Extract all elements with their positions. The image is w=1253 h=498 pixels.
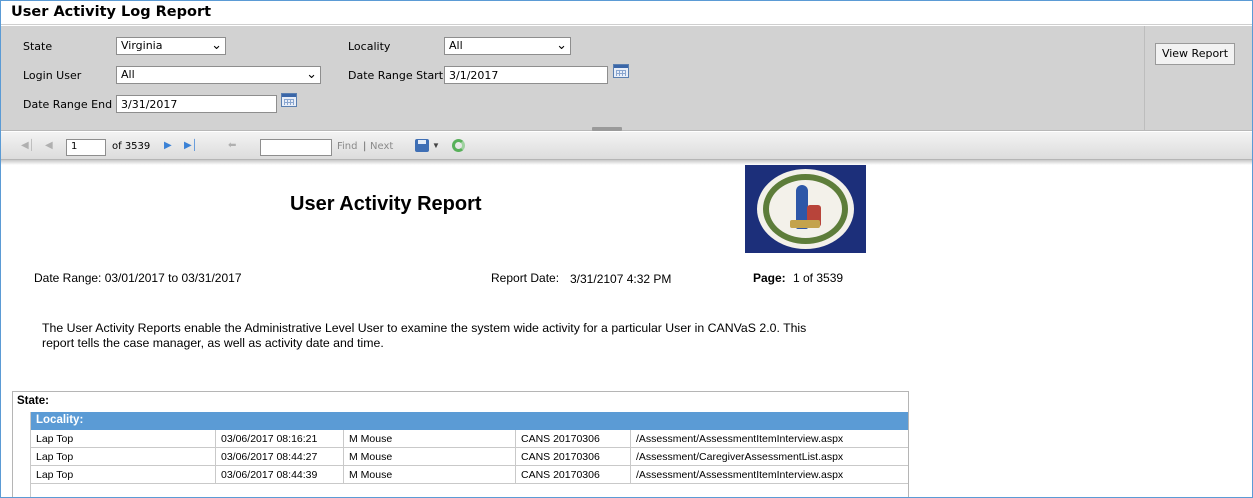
parameters-panel: State Virginia ⌄ Locality All ⌄ Login Us… xyxy=(1,26,1252,131)
table-row: Lap Top 03/06/2017 08:44:39 M Mouse CANS… xyxy=(31,466,908,484)
state-label: State xyxy=(23,40,53,53)
state-header-label: State: xyxy=(17,395,49,407)
report-viewer-window: User Activity Log Report State Virginia … xyxy=(0,0,1253,498)
cell-user: M Mouse xyxy=(344,448,516,466)
report-date-label: Report Date: xyxy=(491,271,560,285)
cell-case: CANS 20170306 xyxy=(516,430,631,448)
report-toolbar: ◀│ ◀ 1 of 3539 ▶ ▶│ ⬅ Find | Next ▼ xyxy=(1,132,1252,160)
locality-select-value: All xyxy=(449,39,463,52)
cell-page: /Assessment/AssessmentItemInterview.aspx xyxy=(636,433,844,445)
login-user-select[interactable]: All ⌄ xyxy=(116,66,321,84)
state-group-header: State: xyxy=(13,392,908,411)
activity-table: State: Locality: Lap Top 03/06/2017 08:1… xyxy=(12,391,909,497)
locality-header-label: Locality: xyxy=(36,414,84,426)
table-row: Lap Top 03/06/2017 08:44:27 M Mouse CANS… xyxy=(31,448,908,466)
virginia-seal-logo xyxy=(745,165,866,253)
find-input[interactable] xyxy=(260,139,332,156)
table-row: Lap Top 03/06/2017 08:16:21 M Mouse CANS… xyxy=(31,430,908,448)
cell-case: CANS 20170306 xyxy=(516,448,631,466)
date-end-label: Date Range End xyxy=(23,98,113,111)
page-label: Page: xyxy=(753,271,786,285)
report-description: The User Activity Reports enable the Adm… xyxy=(42,321,807,350)
calendar-icon[interactable] xyxy=(613,64,629,78)
page-value: 1 of 3539 xyxy=(793,271,844,285)
param-divider xyxy=(1144,26,1145,130)
cell-user: M Mouse xyxy=(344,466,516,484)
report-body: User Activity Report Date Range: 03/01/2… xyxy=(1,165,1252,497)
page-count: of 3539 xyxy=(112,141,151,152)
date-range-text: Date Range: 03/01/2017 to 03/31/2017 xyxy=(34,271,242,285)
view-report-button[interactable]: View Report xyxy=(1155,43,1235,65)
refresh-icon[interactable] xyxy=(452,139,465,152)
title-bar: User Activity Log Report xyxy=(1,1,1252,25)
state-select[interactable]: Virginia ⌄ xyxy=(116,37,226,55)
cell-case: CANS 20170306 xyxy=(516,466,631,484)
cell-device: Lap Top xyxy=(31,466,216,484)
page-number-value: 1 xyxy=(71,141,78,152)
report-title: User Activity Report xyxy=(290,193,482,215)
cell-datetime: 03/06/2017 08:44:39 xyxy=(216,466,344,484)
find-separator: | xyxy=(363,141,367,152)
login-user-label: Login User xyxy=(23,69,82,82)
collapse-splitter-handle[interactable] xyxy=(592,127,622,131)
chevron-down-icon[interactable]: ▼ xyxy=(432,141,440,150)
date-start-label: Date Range Start xyxy=(348,69,444,82)
cell-page: /Assessment/AssessmentItemInterview.aspx xyxy=(636,469,844,481)
date-end-input[interactable]: 3/31/2017 xyxy=(116,95,277,113)
cell-device: Lap Top xyxy=(31,430,216,448)
date-start-input[interactable]: 3/1/2017 xyxy=(444,66,608,84)
date-start-value: 3/1/2017 xyxy=(449,69,499,82)
page-number-input[interactable]: 1 xyxy=(66,139,106,156)
prev-page-icon[interactable]: ◀ xyxy=(45,140,53,151)
cell-datetime: 03/06/2017 08:44:27 xyxy=(216,448,344,466)
chevron-down-icon: ⌄ xyxy=(211,38,222,53)
cell-datetime: 03/06/2017 08:16:21 xyxy=(216,430,344,448)
cell-device: Lap Top xyxy=(31,448,216,466)
cell-page: /Assessment/CaregiverAssessmentList.aspx xyxy=(636,451,844,463)
locality-group-header: Locality: xyxy=(31,412,908,430)
login-user-select-value: All xyxy=(121,68,135,81)
table-gutter xyxy=(13,412,31,497)
date-end-value: 3/31/2017 xyxy=(121,98,178,111)
last-page-icon[interactable]: ▶│ xyxy=(184,140,198,151)
locality-label: Locality xyxy=(348,40,391,53)
chevron-down-icon: ⌄ xyxy=(556,38,567,53)
next-page-icon[interactable]: ▶ xyxy=(164,140,172,151)
save-export-icon[interactable] xyxy=(415,139,429,152)
next-link[interactable]: Next xyxy=(370,141,393,152)
chevron-down-icon: ⌄ xyxy=(306,67,317,82)
cell-user: M Mouse xyxy=(344,430,516,448)
first-page-icon[interactable]: ◀│ xyxy=(21,140,35,151)
calendar-icon[interactable] xyxy=(281,93,297,107)
find-link[interactable]: Find xyxy=(337,141,358,152)
back-icon[interactable]: ⬅ xyxy=(228,140,236,151)
state-select-value: Virginia xyxy=(121,39,163,52)
window-title: User Activity Log Report xyxy=(11,4,212,20)
report-date-value: 3/31/2107 4:32 PM xyxy=(570,272,672,286)
locality-select[interactable]: All ⌄ xyxy=(444,37,571,55)
